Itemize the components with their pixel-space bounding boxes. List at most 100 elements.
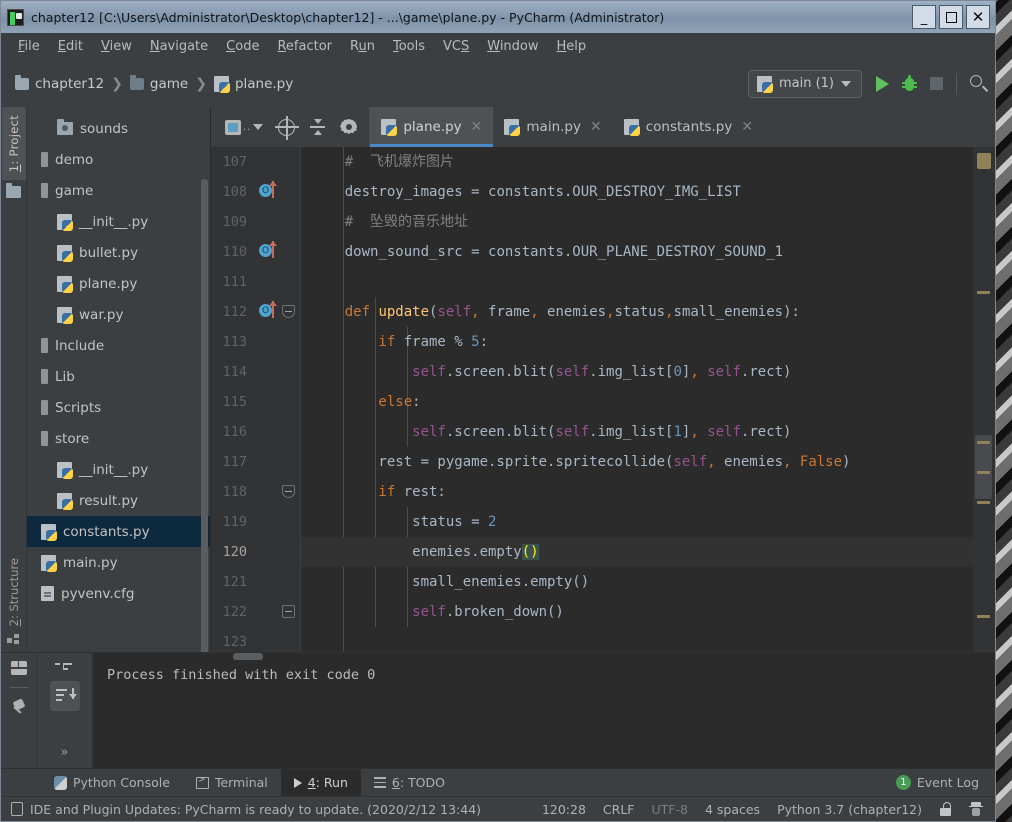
menu-item-file[interactable]: File: [9, 36, 49, 57]
tab-todo[interactable]: 6: TODO: [361, 769, 458, 796]
editor-marker-bar[interactable]: [973, 147, 995, 652]
minimize-button[interactable]: _: [912, 5, 936, 29]
tree-item-label: Lib: [55, 368, 75, 385]
updates-icon[interactable]: [11, 802, 23, 816]
python-interpreter[interactable]: Python 3.7 (chapter12): [777, 802, 922, 817]
code-fold-toggle[interactable]: [282, 485, 295, 498]
tab-plane-py[interactable]: plane.py ✕: [370, 107, 494, 147]
soft-wrap-icon[interactable]: [54, 659, 75, 673]
folder-icon[interactable]: [6, 183, 21, 199]
tab-constants-py[interactable]: constants.py ✕: [613, 107, 764, 147]
tab-run[interactable]: 4: Run: [280, 769, 361, 796]
bug-icon[interactable]: [902, 74, 917, 92]
close-icon[interactable]: ✕: [471, 119, 483, 135]
run-console[interactable]: Process finished with exit code 0: [93, 653, 995, 768]
tree-item-bullet-py[interactable]: bullet.py: [27, 237, 210, 268]
menu-item-navigate[interactable]: Navigate: [141, 36, 217, 57]
caret-position[interactable]: 120:28: [542, 802, 586, 817]
tree-item-lib[interactable]: Lib: [27, 361, 210, 392]
editor-scrollbar-thumb[interactable]: [975, 435, 992, 499]
menu-item-tools[interactable]: Tools: [384, 36, 434, 57]
tree-item-store-init-py[interactable]: __init__.py: [27, 454, 210, 485]
more-actions-icon[interactable]: »: [61, 745, 69, 760]
menu-item-edit[interactable]: Edit: [49, 36, 92, 57]
tree-item-constants-py[interactable]: constants.py: [27, 516, 210, 547]
breadcrumb-chapter12[interactable]: chapter12: [15, 74, 104, 92]
editor-gutter[interactable]: 107 108 O 109 110 O 111 112 O 113 114 11…: [211, 147, 301, 652]
settings-icon[interactable]: [340, 118, 358, 135]
tree-item-game[interactable]: game: [27, 175, 210, 206]
status-message[interactable]: IDE and Plugin Updates: PyCharm is ready…: [30, 802, 481, 817]
close-icon[interactable]: ✕: [741, 119, 753, 135]
menu-item-vcs[interactable]: VCS: [434, 36, 478, 57]
tree-item-game-init-py[interactable]: __init__.py: [27, 206, 210, 237]
sidebar-item-structure[interactable]: 2: Structure: [3, 550, 25, 634]
menu-item-run[interactable]: Run: [341, 36, 384, 57]
play-icon[interactable]: [876, 75, 889, 92]
warning-stripe-marker[interactable]: [977, 291, 990, 294]
warning-stripe-marker[interactable]: [977, 471, 990, 474]
code-fold-end[interactable]: [282, 605, 295, 618]
code-fold-toggle[interactable]: [282, 305, 295, 318]
menu-item-help[interactable]: Help: [548, 36, 596, 57]
tree-item-result-py[interactable]: result.py: [27, 485, 210, 516]
python-file-icon: [213, 75, 230, 93]
maximize-button[interactable]: [939, 5, 963, 29]
view-mode-button[interactable]: ..: [225, 119, 264, 135]
inspector-icon[interactable]: [969, 801, 983, 817]
layout-icon[interactable]: [10, 661, 27, 675]
project-tree[interactable]: sounds demo game __init__.py bullet.py p…: [27, 107, 210, 652]
close-icon[interactable]: ✕: [590, 119, 602, 135]
code-text-area[interactable]: # 飞机爆炸图片 destroy_images = constants.OUR_…: [301, 147, 973, 652]
warning-stripe-marker[interactable]: [977, 615, 990, 618]
tree-item-demo[interactable]: demo: [27, 144, 210, 175]
editor-column: .. plane.py ✕ main.py ✕ constants.py ✕ 1…: [211, 107, 995, 652]
tree-item-plane-py[interactable]: plane.py: [27, 268, 210, 299]
tab-terminal[interactable]: Terminal: [183, 769, 281, 796]
menu-item-window[interactable]: Window: [478, 36, 547, 57]
warning-stripe-marker[interactable]: [977, 501, 990, 504]
pin-icon[interactable]: [11, 698, 27, 718]
directory-icon: [41, 369, 48, 384]
line-number: 117: [222, 454, 247, 470]
lock-icon[interactable]: [939, 802, 952, 816]
config-file-icon: [41, 586, 54, 601]
breadcrumb-game[interactable]: game: [129, 74, 188, 92]
tree-item-war-py[interactable]: war.py: [27, 299, 210, 330]
tree-item-pyvenv-cfg[interactable]: pyvenv.cfg: [27, 578, 210, 609]
tree-item-sounds[interactable]: sounds: [27, 113, 210, 144]
search-icon[interactable]: [970, 75, 989, 92]
tree-item-label: bullet.py: [79, 244, 139, 261]
menu-item-refactor[interactable]: Refactor: [268, 36, 341, 57]
tree-item-store[interactable]: store: [27, 423, 210, 454]
error-stripe-marker[interactable]: [977, 153, 991, 169]
menu-item-view[interactable]: View: [92, 36, 141, 57]
indent-setting[interactable]: 4 spaces: [705, 802, 760, 817]
tab-python-console[interactable]: Python Console: [41, 769, 183, 796]
file-encoding[interactable]: UTF-8: [652, 802, 688, 817]
tab-main-py[interactable]: main.py ✕: [493, 107, 612, 147]
close-button[interactable]: ✕: [966, 5, 990, 29]
event-log-button[interactable]: 1 Event Log: [880, 769, 995, 796]
tree-item-scripts[interactable]: Scripts: [27, 392, 210, 423]
breadcrumb-plane-py[interactable]: plane.py: [213, 75, 294, 93]
python-file-icon: [57, 275, 73, 293]
console-horizontal-scrollbar[interactable]: [233, 653, 263, 660]
line-number: 107: [222, 154, 247, 170]
sidebar-item-project[interactable]: 1: Project: [1, 107, 26, 181]
code-editor[interactable]: 107 108 O 109 110 O 111 112 O 113 114 11…: [211, 147, 995, 652]
run-configuration-selector[interactable]: main (1): [747, 69, 862, 98]
line-separator[interactable]: CRLF: [603, 802, 635, 817]
project-tree-scrollbar[interactable]: [201, 179, 208, 652]
warning-stripe-marker[interactable]: [977, 441, 990, 444]
breadcrumb-label: plane.py: [234, 75, 294, 92]
locate-icon[interactable]: [275, 115, 300, 140]
menu-item-code[interactable]: Code: [217, 36, 268, 57]
collapse-all-icon[interactable]: [310, 119, 326, 135]
tab-label: constants.py: [645, 119, 733, 135]
scroll-to-end-icon[interactable]: [49, 681, 80, 711]
stop-icon[interactable]: [930, 77, 943, 90]
tree-item-include[interactable]: Include: [27, 330, 210, 361]
tree-item-main-py[interactable]: main.py: [27, 547, 210, 578]
code-line-116: self.screen.blit(self.img_list[1], self.…: [311, 424, 792, 440]
